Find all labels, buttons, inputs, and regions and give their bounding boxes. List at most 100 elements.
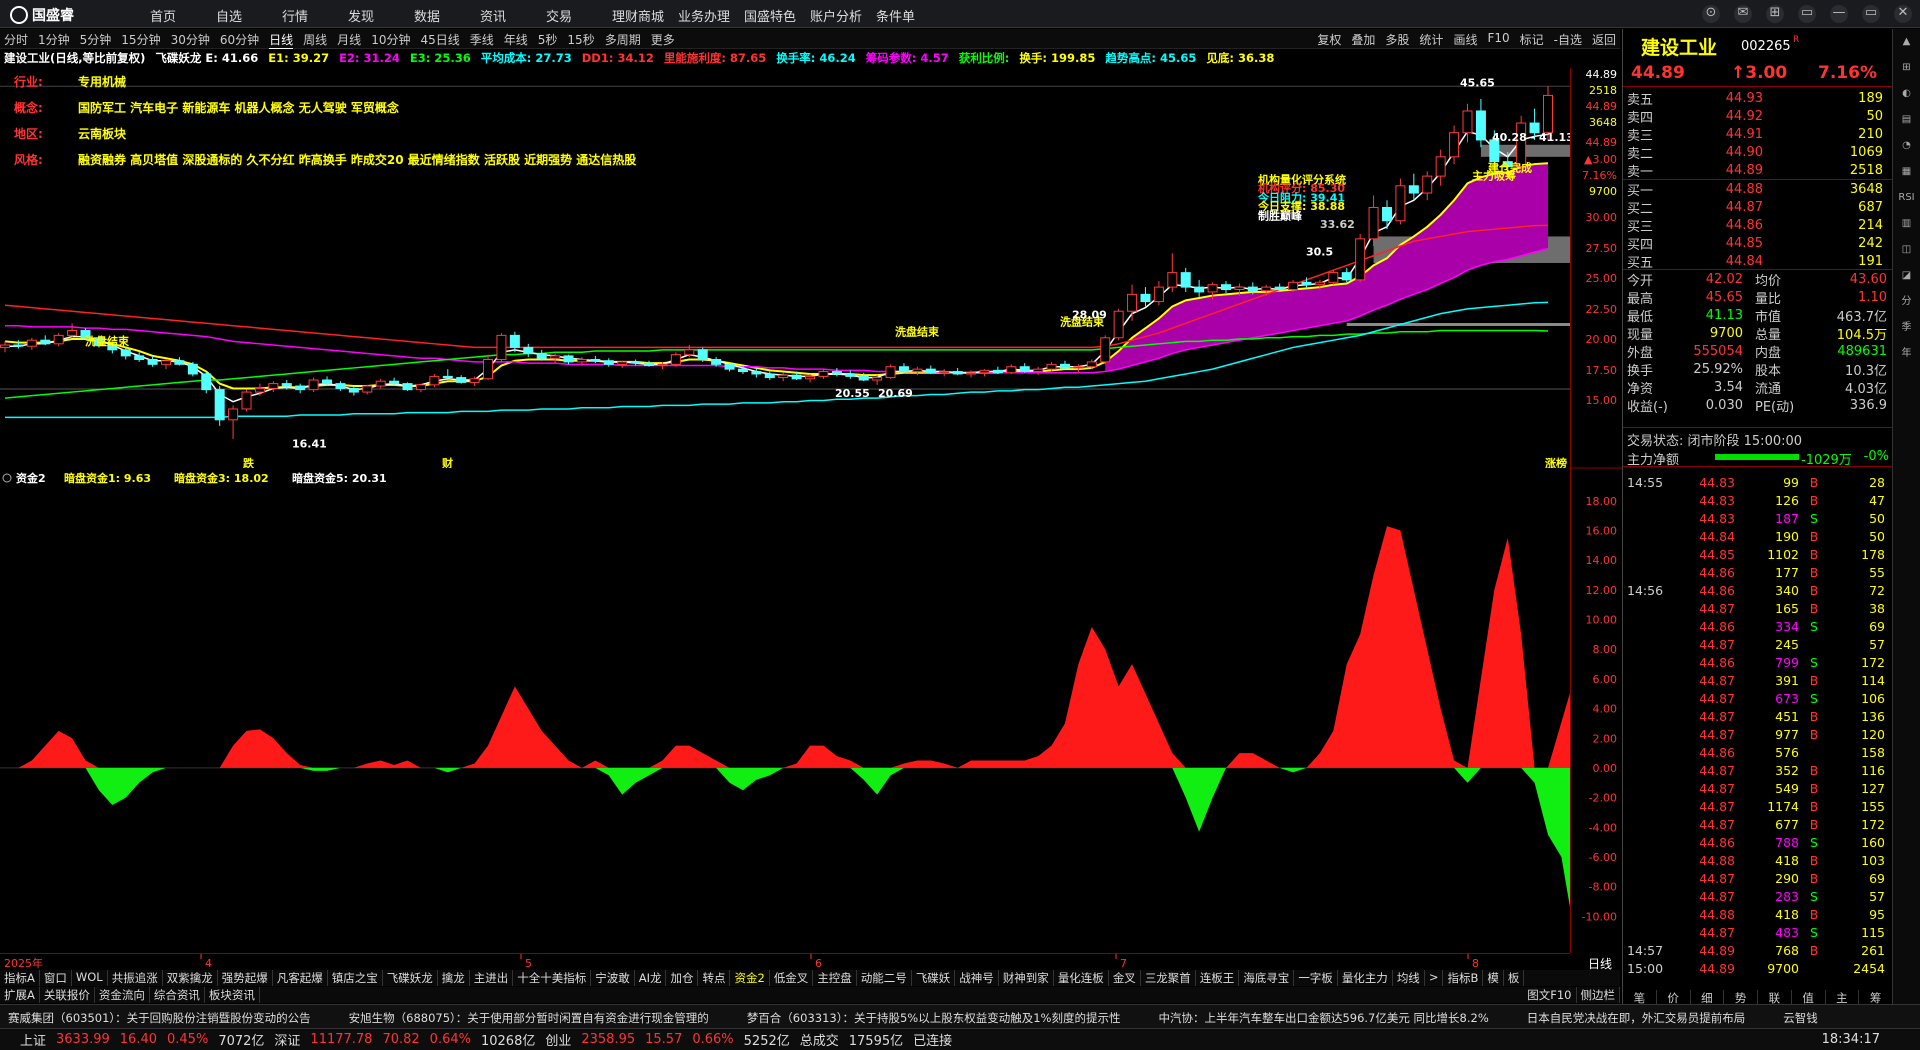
quote-tab[interactable]: 筹 (1859, 990, 1893, 1005)
news-item[interactable]: 中汽协：上半年汽车整车出口金额达596.7亿美元 同比增长8.2% (1158, 1010, 1488, 1028)
sidebar-icon[interactable]: ◫ (1893, 237, 1920, 263)
extension-tab[interactable]: 关联报价 (40, 987, 95, 1003)
extension-tab[interactable]: 扩展A (0, 987, 40, 1003)
period-tab[interactable]: 60分钟 (220, 31, 259, 49)
indicator-tab[interactable]: 转点 (698, 970, 731, 986)
indicator-tab[interactable]: 战神号 (955, 970, 999, 986)
indicator-tab[interactable]: WOL (72, 970, 108, 986)
period-tab[interactable]: 30分钟 (171, 31, 210, 49)
menu-item[interactable]: 交易 (546, 6, 612, 25)
indicator-tab[interactable]: 模 (1483, 970, 1504, 986)
indicator-tab[interactable]: 镇店之宝 (328, 970, 383, 986)
indicator-tab[interactable]: 连板王 (1196, 970, 1240, 986)
period-tab[interactable]: 15秒 (567, 31, 594, 49)
sidebar-icon[interactable]: 分 (1893, 289, 1920, 315)
indicator-tab[interactable]: 均线 (1393, 970, 1425, 986)
sidebar-icon[interactable]: 年 (1893, 341, 1920, 367)
indicator-tab[interactable]: 低金叉 (770, 970, 814, 986)
quote-tab[interactable]: 价 (1657, 990, 1691, 1005)
sidebar-icon[interactable]: 季 (1893, 315, 1920, 341)
menu-item[interactable]: 发现 (348, 6, 414, 25)
indicator-tab[interactable]: 飞碟妖 (912, 970, 956, 986)
sidebar-icon[interactable]: ◔ (1893, 133, 1920, 159)
menu-item[interactable]: 首页 (150, 6, 216, 25)
window-control-icon[interactable]: ▭ (1798, 5, 1816, 23)
indicator-chart-svg[interactable]: 资金2 暗盘资金1: 9.63 暗盘资金3: 18.02 暗盘资金5: 20.31 (0, 468, 1629, 953)
menu-item[interactable]: 业务办理 (678, 6, 744, 25)
period-tab[interactable]: 15分钟 (121, 31, 160, 49)
indicator-tab[interactable]: AI龙 (635, 970, 667, 986)
menu-item[interactable]: 账户分析 (810, 6, 876, 25)
period-tab[interactable]: 45日线 (420, 31, 459, 49)
indicator-tab[interactable]: > (1425, 970, 1444, 986)
indicator-tab[interactable]: 主进出 (470, 970, 514, 986)
indicator-tab[interactable]: 三龙聚首 (1141, 970, 1196, 986)
period-tab[interactable]: 日线 (269, 31, 294, 49)
extension-tab[interactable]: 综合资讯 (150, 987, 205, 1003)
quote-tab[interactable]: 笔 (1623, 990, 1657, 1005)
period-tab[interactable]: 季线 (470, 31, 494, 49)
news-item[interactable]: 梦百合（603313）：关于持股5%以上股东权益变动触及1%刻度的提示性 (747, 1010, 1121, 1028)
indicator-tab[interactable]: 加仓 (666, 970, 699, 986)
window-control-icon[interactable]: ✕ (1894, 5, 1912, 23)
chart-tool-button[interactable]: 统计 (1419, 31, 1443, 48)
chart-tool-button[interactable]: 叠加 (1351, 31, 1375, 48)
extension-tab[interactable]: 侧边栏 (1577, 987, 1620, 1003)
quote-tab[interactable]: 主 (1826, 990, 1860, 1005)
indicator-tab[interactable]: 共振追涨 (108, 970, 163, 986)
sidebar-icon[interactable]: ▦ (1893, 159, 1920, 185)
chart-tool-button[interactable]: 返回 (1592, 31, 1616, 48)
quote-tab[interactable]: 细 (1691, 990, 1725, 1005)
quote-tab[interactable]: 势 (1724, 990, 1758, 1005)
app-logo[interactable]: 国盛睿 (10, 5, 74, 25)
news-item[interactable]: 赛威集团（603501）：关于回购股份注销暨股份变动的公告 (8, 1010, 311, 1028)
indicator-tab[interactable]: 擒龙 (438, 970, 470, 986)
chart-tool-button[interactable]: -自选 (1554, 31, 1582, 48)
period-tab[interactable]: 年线 (504, 31, 528, 49)
period-tab[interactable]: 多周期 (605, 31, 641, 49)
sidebar-icon[interactable]: ◐ (1893, 81, 1920, 107)
window-control-icon[interactable]: ✉ (1734, 5, 1752, 23)
indicator-tab[interactable]: 量化主力 (1338, 970, 1393, 986)
indicator-tab[interactable]: 动能二号 (857, 970, 912, 986)
sidebar-icon[interactable]: RSI (1893, 185, 1920, 211)
sidebar-icon[interactable]: ◪ (1893, 263, 1920, 289)
indicator-tab[interactable]: 指标A (0, 970, 40, 986)
indicator-tab[interactable]: 财神到家 (999, 970, 1054, 986)
news-item[interactable]: 云智钱 (1783, 1010, 1818, 1028)
menu-item[interactable]: 数据 (414, 6, 480, 25)
indicator-tab[interactable]: 一字板 (1294, 970, 1338, 986)
chart-tool-button[interactable]: F10 (1487, 31, 1509, 48)
sidebar-icon[interactable]: ⊞ (1893, 55, 1920, 81)
extension-tab[interactable]: 板块资讯 (205, 987, 260, 1003)
menu-item[interactable]: 理财商城 (612, 6, 678, 25)
menu-item[interactable]: 资讯 (480, 6, 546, 25)
news-item[interactable]: 日本自民党决战在即，外汇交易员提前布局 (1527, 1010, 1746, 1028)
sidebar-icon[interactable]: ▥ (1893, 211, 1920, 237)
sidebar-icon[interactable]: ▤ (1893, 107, 1920, 133)
chart-tool-button[interactable]: 多股 (1385, 31, 1409, 48)
indicator-pane[interactable]: 资金2 暗盘资金1: 9.63 暗盘资金3: 18.02 暗盘资金5: 20.31 (0, 468, 1629, 953)
extension-tab[interactable]: 图文F10 (1523, 987, 1577, 1003)
period-tab[interactable]: 周线 (303, 31, 327, 49)
period-tab[interactable]: 更多 (651, 31, 675, 49)
quote-tab[interactable]: 值 (1792, 990, 1826, 1005)
indicator-tab[interactable]: 板 (1504, 970, 1525, 986)
period-tab[interactable]: 1分钟 (38, 31, 70, 49)
indicator-tab[interactable]: 量化连板 (1054, 970, 1109, 986)
quote-tab[interactable]: 联 (1758, 990, 1792, 1005)
window-control-icon[interactable]: ⊞ (1766, 5, 1784, 23)
indicator-tab[interactable]: 飞碟妖龙 (383, 970, 438, 986)
indicator-tab[interactable]: 窗口 (40, 970, 72, 986)
menu-item[interactable]: 条件单 (876, 6, 942, 25)
indicator-tab[interactable]: 主控盘 (813, 970, 857, 986)
indicator-tab[interactable]: 海底寻宝 (1239, 970, 1295, 986)
period-tab[interactable]: 10分钟 (371, 31, 410, 49)
window-control-icon[interactable]: — (1830, 5, 1848, 23)
indicator-tab[interactable]: 宁波敢 (591, 970, 635, 986)
chart-tool-button[interactable]: 画线 (1453, 31, 1477, 48)
window-control-icon[interactable]: ⊙ (1702, 5, 1720, 23)
period-tab[interactable]: 5分钟 (80, 31, 112, 49)
indicator-tab[interactable]: 指标B (1443, 970, 1484, 986)
window-control-icon[interactable]: ▭ (1862, 5, 1880, 23)
